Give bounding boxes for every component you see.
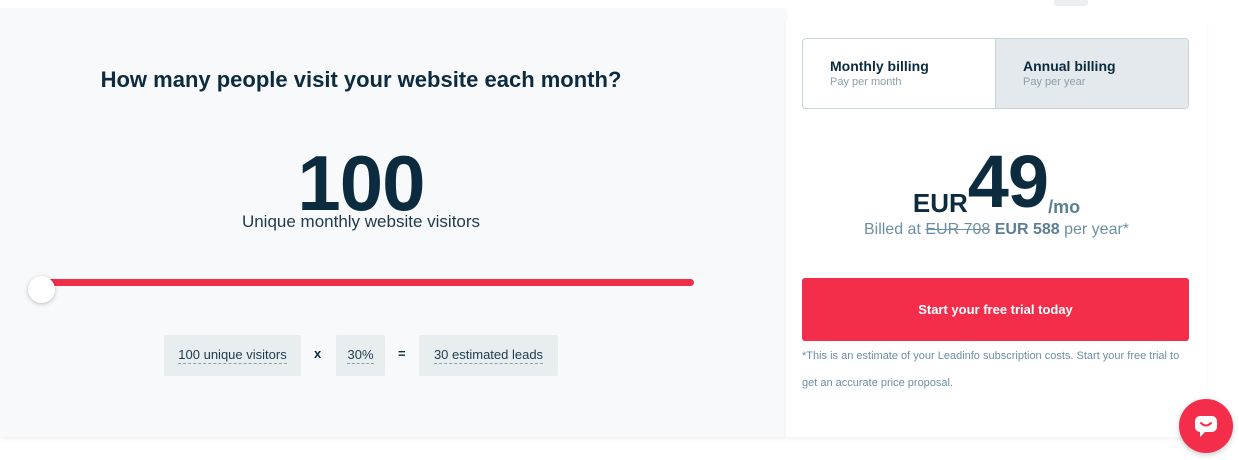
start-trial-button[interactable]: Start your free trial today bbox=[802, 278, 1189, 341]
leads-chip-label: 30 estimated leads bbox=[433, 347, 544, 364]
equals-operator: = bbox=[398, 346, 406, 361]
annual-billing-option[interactable]: Annual billing Pay per year bbox=[995, 39, 1188, 108]
annual-billing-subtitle: Pay per year bbox=[1023, 76, 1086, 88]
new-price: EUR 588 bbox=[994, 221, 1060, 238]
monthly-billing-option[interactable]: Monthly billing Pay per month bbox=[803, 39, 995, 108]
visitors-chip-label: 100 unique visitors bbox=[178, 347, 287, 364]
price-period: /mo bbox=[1048, 197, 1081, 217]
billing-toggle: Monthly billing Pay per month Annual bil… bbox=[802, 38, 1189, 109]
price-display: EUR 49 /mo bbox=[786, 142, 1207, 222]
price-currency: EUR bbox=[912, 188, 968, 218]
multiply-operator: x bbox=[314, 346, 322, 361]
price-amount: 49 bbox=[967, 140, 1049, 223]
visitor-slider-track[interactable] bbox=[40, 279, 694, 286]
leads-chip: 30 estimated leads bbox=[419, 335, 558, 376]
monthly-billing-subtitle: Pay per month bbox=[830, 76, 902, 88]
billed-prefix: Billed at bbox=[863, 221, 921, 238]
rate-chip: 30% bbox=[336, 335, 385, 376]
billed-summary: Billed at EUR 708 EUR 588 per year* bbox=[786, 221, 1207, 239]
top-tab bbox=[1054, 0, 1088, 6]
chat-icon bbox=[1195, 416, 1217, 437]
old-price: EUR 708 bbox=[925, 221, 991, 238]
visitor-caption: Unique monthly website visitors bbox=[241, 212, 481, 231]
visitor-slider-handle[interactable] bbox=[28, 276, 55, 303]
calculator-question: How many people visit your website each … bbox=[100, 67, 622, 92]
rate-chip-label: 30% bbox=[347, 347, 374, 364]
pricing-disclaimer: *This is an estimate of your Leadinfo su… bbox=[802, 350, 1180, 389]
chat-widget-button[interactable] bbox=[1179, 399, 1233, 453]
annual-billing-title: Annual billing bbox=[1023, 58, 1116, 74]
visitors-chip: 100 unique visitors bbox=[164, 335, 301, 376]
billed-suffix: per year* bbox=[1064, 221, 1130, 238]
monthly-billing-title: Monthly billing bbox=[830, 58, 929, 74]
